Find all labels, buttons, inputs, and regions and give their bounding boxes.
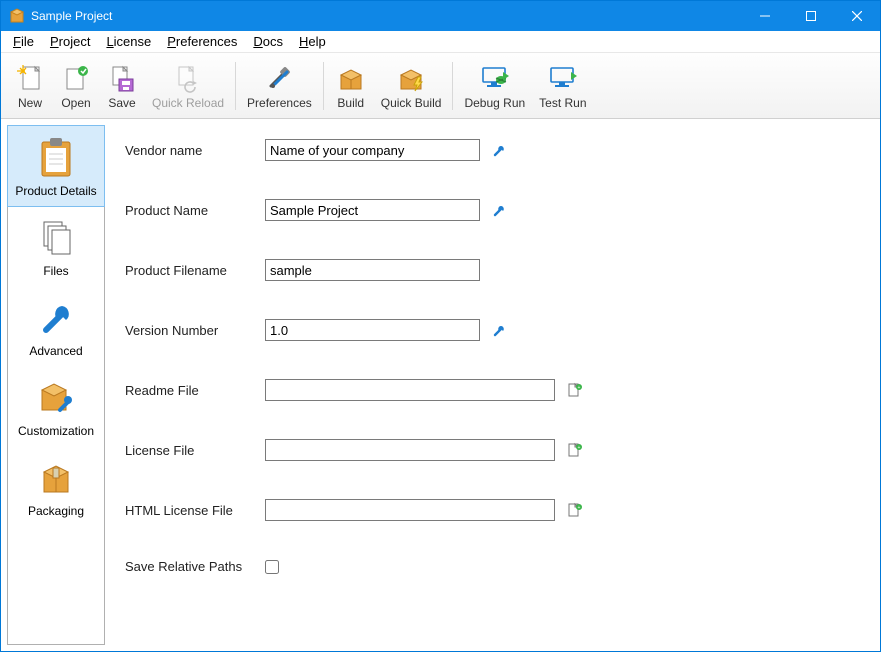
readme-file-label: Readme File — [125, 383, 265, 398]
minimize-button[interactable] — [742, 1, 788, 31]
app-icon — [9, 8, 25, 24]
reload-icon — [172, 62, 204, 94]
product-filename-label: Product Filename — [125, 263, 265, 278]
license-file-label: License File — [125, 443, 265, 458]
customization-icon — [34, 376, 78, 420]
browse-file-icon[interactable]: + — [567, 382, 583, 398]
browse-file-icon[interactable]: + — [567, 502, 583, 518]
toolbar: New Open Save Quick Reload Preferences B… — [1, 53, 880, 119]
html-license-file-input[interactable] — [265, 499, 555, 521]
html-license-file-label: HTML License File — [125, 503, 265, 518]
version-number-input[interactable] — [265, 319, 480, 341]
preferences-icon — [263, 62, 295, 94]
save-relative-paths-label: Save Relative Paths — [125, 559, 265, 574]
vendor-name-label: Vendor name — [125, 143, 265, 158]
sidenav-advanced-label: Advanced — [29, 344, 82, 358]
toolbar-quick-build-label: Quick Build — [381, 96, 442, 110]
menu-help[interactable]: Help — [291, 32, 334, 51]
open-icon — [60, 62, 92, 94]
toolbar-new-label: New — [18, 96, 42, 110]
wrench-icon[interactable] — [492, 323, 506, 337]
sidenav-customization-label: Customization — [18, 424, 94, 438]
toolbar-new[interactable]: New — [7, 56, 53, 116]
version-number-label: Version Number — [125, 323, 265, 338]
wrench-icon[interactable] — [492, 203, 506, 217]
toolbar-save[interactable]: Save — [99, 56, 145, 116]
toolbar-debug-run[interactable]: Debug Run — [457, 56, 532, 116]
toolbar-separator — [323, 62, 324, 110]
sidenav-files-label: Files — [43, 264, 68, 278]
new-icon — [14, 62, 46, 94]
menu-project[interactable]: Project — [42, 32, 98, 51]
toolbar-test-run[interactable]: Test Run — [532, 56, 593, 116]
menu-preferences[interactable]: Preferences — [159, 32, 245, 51]
browse-file-icon[interactable]: + — [567, 442, 583, 458]
toolbar-test-run-label: Test Run — [539, 96, 586, 110]
menu-docs[interactable]: Docs — [245, 32, 291, 51]
toolbar-debug-run-label: Debug Run — [464, 96, 525, 110]
sidenav-advanced[interactable]: Advanced — [8, 286, 104, 366]
license-file-input[interactable] — [265, 439, 555, 461]
toolbar-separator — [452, 62, 453, 110]
sidenav-product-details-label: Product Details — [15, 184, 96, 198]
vendor-name-input[interactable] — [265, 139, 480, 161]
sidenav-files[interactable]: Files — [8, 206, 104, 286]
sidenav-packaging-label: Packaging — [28, 504, 84, 518]
menubar: File Project License Preferences Docs He… — [1, 31, 880, 53]
sidenav-customization[interactable]: Customization — [8, 366, 104, 446]
clipboard-icon — [34, 136, 78, 180]
wrench-icon — [34, 296, 78, 340]
product-name-input[interactable] — [265, 199, 480, 221]
toolbar-preferences-label: Preferences — [247, 96, 312, 110]
toolbar-build[interactable]: Build — [328, 56, 374, 116]
save-relative-paths-checkbox[interactable] — [265, 560, 279, 574]
wrench-icon[interactable] — [492, 143, 506, 157]
packaging-icon — [34, 456, 78, 500]
maximize-button[interactable] — [788, 1, 834, 31]
toolbar-open[interactable]: Open — [53, 56, 99, 116]
product-filename-input[interactable] — [265, 259, 480, 281]
toolbar-separator — [235, 62, 236, 110]
menu-license[interactable]: License — [98, 32, 159, 51]
toolbar-preferences[interactable]: Preferences — [240, 56, 319, 116]
build-icon — [335, 62, 367, 94]
main-area: Product Details Files Advanced Customiza… — [1, 119, 880, 651]
toolbar-build-label: Build — [337, 96, 364, 110]
quick-build-icon — [395, 62, 427, 94]
titlebar: Sample Project — [1, 1, 880, 31]
sidenav-packaging[interactable]: Packaging — [8, 446, 104, 526]
svg-text:+: + — [578, 385, 581, 391]
close-button[interactable] — [834, 1, 880, 31]
svg-text:+: + — [578, 505, 581, 511]
toolbar-quick-reload-label: Quick Reload — [152, 96, 224, 110]
sidenav-product-details[interactable]: Product Details — [7, 125, 105, 207]
form-area: Vendor name Product Name Product Filenam… — [105, 119, 880, 651]
debug-run-icon — [479, 62, 511, 94]
product-name-label: Product Name — [125, 203, 265, 218]
window-title: Sample Project — [31, 9, 742, 23]
sidenav: Product Details Files Advanced Customiza… — [7, 125, 105, 645]
toolbar-open-label: Open — [61, 96, 90, 110]
files-icon — [34, 216, 78, 260]
toolbar-quick-reload: Quick Reload — [145, 56, 231, 116]
readme-file-input[interactable] — [265, 379, 555, 401]
toolbar-quick-build[interactable]: Quick Build — [374, 56, 449, 116]
test-run-icon — [547, 62, 579, 94]
save-icon — [106, 62, 138, 94]
svg-text:+: + — [578, 445, 581, 451]
menu-file[interactable]: File — [5, 32, 42, 51]
toolbar-save-label: Save — [108, 96, 135, 110]
